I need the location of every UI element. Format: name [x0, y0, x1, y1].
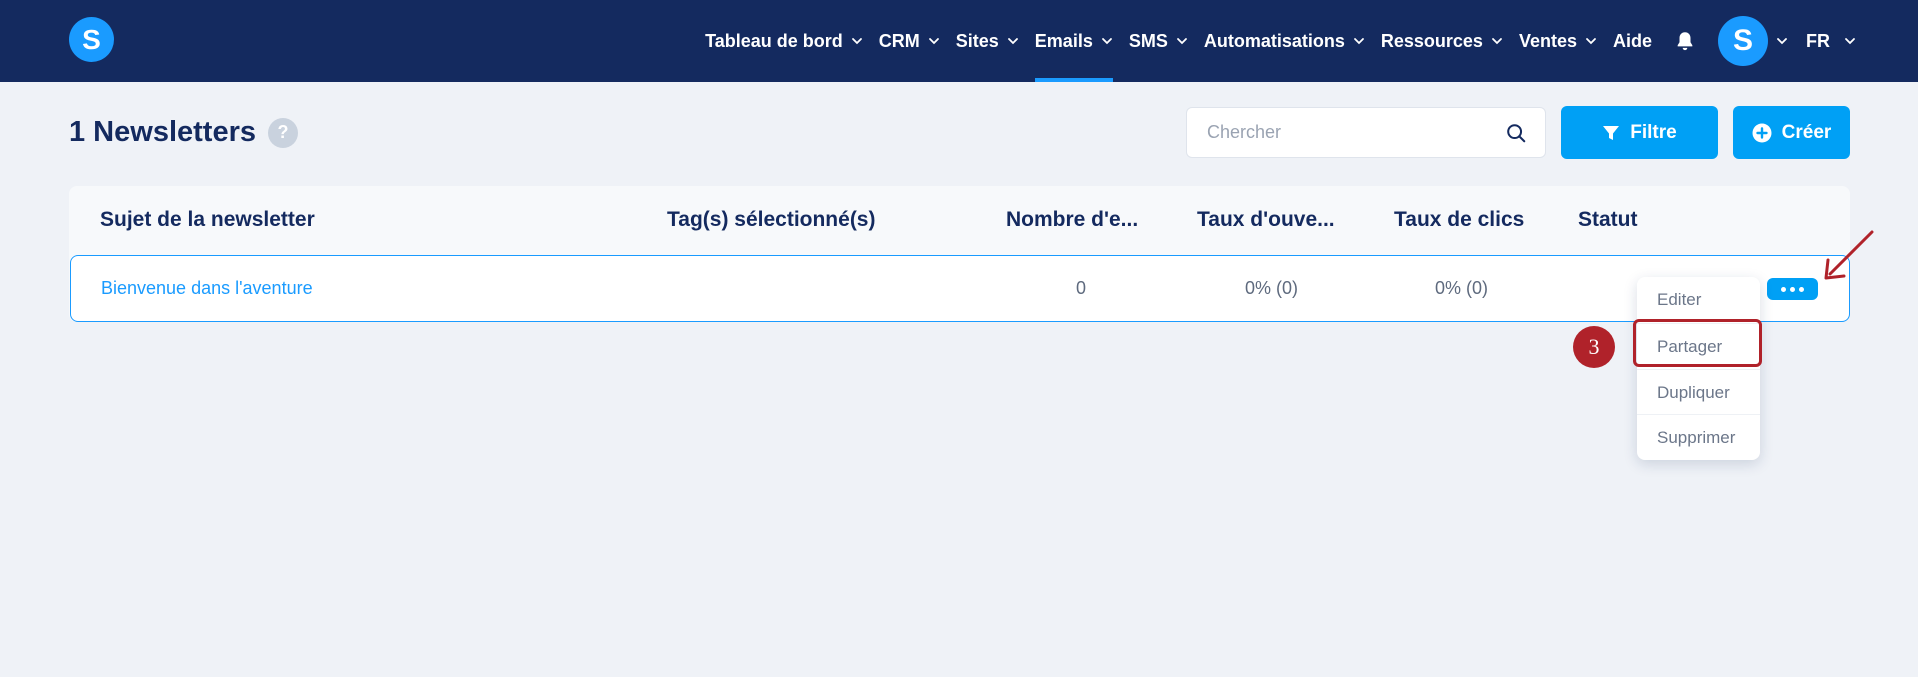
nav-item-label: Tableau de bord: [705, 30, 843, 51]
page-title: 1 Newsletters: [69, 116, 256, 148]
nav-item-ventes[interactable]: Ventes: [1519, 0, 1597, 82]
nav-item-tableau-de-bord[interactable]: Tableau de bord: [705, 0, 863, 82]
nav-item-label: SMS: [1128, 30, 1168, 51]
column-header-subject[interactable]: Sujet de la newsletter: [100, 208, 315, 232]
nav-item-label: CRM: [878, 30, 920, 51]
nav-item-label: Sites: [955, 30, 999, 51]
create-button-label: Créer: [1781, 121, 1832, 143]
app-logo[interactable]: S: [69, 17, 114, 62]
ellipsis-dot: [1781, 286, 1786, 292]
column-header-open-rate[interactable]: Taux d'ouve...: [1197, 208, 1335, 232]
nav-item-ressources[interactable]: Ressources: [1381, 0, 1503, 82]
row-open-rate: 0% (0): [1245, 278, 1299, 298]
chevron-down-icon: [1586, 38, 1596, 45]
row-actions-menu: Editer Partager Dupliquer Supprimer: [1637, 277, 1760, 460]
chevron-down-icon: [1176, 38, 1187, 45]
nav-item-label: Aide: [1612, 30, 1652, 51]
chevron-down-icon: [928, 38, 939, 45]
plus-circle-icon: [1752, 123, 1772, 142]
chevron-down-icon: [1492, 38, 1502, 45]
nav-item-automatisations[interactable]: Automatisations: [1204, 0, 1365, 82]
column-header-count[interactable]: Nombre d'e...: [1006, 208, 1138, 232]
nav-item-sms[interactable]: SMS: [1129, 0, 1188, 82]
help-icon[interactable]: ?: [268, 117, 298, 148]
step-number-badge: 3: [1573, 326, 1615, 368]
chevron-down-icon: [1101, 38, 1112, 45]
filter-icon: [1603, 125, 1620, 140]
table-row[interactable]: [70, 255, 1850, 322]
language-selector[interactable]: FR: [1806, 0, 1856, 82]
ellipsis-dot: [1799, 286, 1804, 292]
column-header-click-rate[interactable]: Taux de clics: [1394, 208, 1524, 232]
avatar[interactable]: S: [1718, 16, 1768, 66]
nav-item-sites[interactable]: Sites: [956, 0, 1019, 82]
bell-icon[interactable]: [1674, 30, 1696, 52]
language-label: FR: [1806, 30, 1830, 51]
search-icon[interactable]: [1505, 122, 1527, 144]
filter-button[interactable]: Filtre: [1561, 106, 1718, 159]
nav-item-emails[interactable]: Emails: [1034, 0, 1113, 82]
nav-item-crm[interactable]: CRM: [879, 0, 940, 82]
menu-item-supprimer[interactable]: Supprimer: [1637, 414, 1760, 460]
main-nav: Tableau de bord CRM Sites Emails SMS Aut…: [689, 0, 1856, 82]
nav-item-label: Ressources: [1380, 30, 1483, 51]
page-title-row: 1 Newsletters ?: [69, 116, 298, 149]
top-navbar: S Tableau de bord CRM Sites Emails SMS A…: [0, 0, 1918, 82]
nav-item-aide[interactable]: Aide: [1613, 0, 1652, 82]
menu-item-editer[interactable]: Editer: [1637, 277, 1760, 323]
newsletter-subject-link[interactable]: Bienvenue dans l'aventure: [101, 278, 313, 299]
chevron-down-icon: [1777, 38, 1787, 45]
nav-item-label: Automatisations: [1203, 30, 1345, 51]
column-header-status[interactable]: Statut: [1578, 208, 1638, 232]
filter-button-label: Filtre: [1630, 121, 1677, 143]
search-input[interactable]: [1207, 108, 1497, 157]
more-actions-button[interactable]: [1767, 278, 1818, 300]
row-count: 0: [1076, 278, 1087, 298]
ellipsis-dot: [1790, 286, 1795, 292]
pointer-arrow-icon: [1824, 230, 1874, 280]
search-field[interactable]: [1186, 107, 1546, 158]
column-header-tags[interactable]: Tag(s) sélectionné(s): [667, 208, 875, 232]
user-menu[interactable]: S: [1696, 0, 1788, 82]
row-click-rate: 0% (0): [1435, 278, 1489, 298]
chevron-down-icon: [1353, 38, 1364, 45]
chevron-down-icon: [851, 38, 862, 45]
highlight-box: [1633, 319, 1762, 367]
nav-item-label: Ventes: [1518, 30, 1577, 51]
chevron-down-icon: [1845, 38, 1855, 45]
menu-item-dupliquer[interactable]: Dupliquer: [1637, 369, 1760, 415]
chevron-down-icon: [1007, 38, 1018, 45]
create-button[interactable]: Créer: [1733, 106, 1850, 159]
nav-item-label: Emails: [1034, 30, 1093, 51]
